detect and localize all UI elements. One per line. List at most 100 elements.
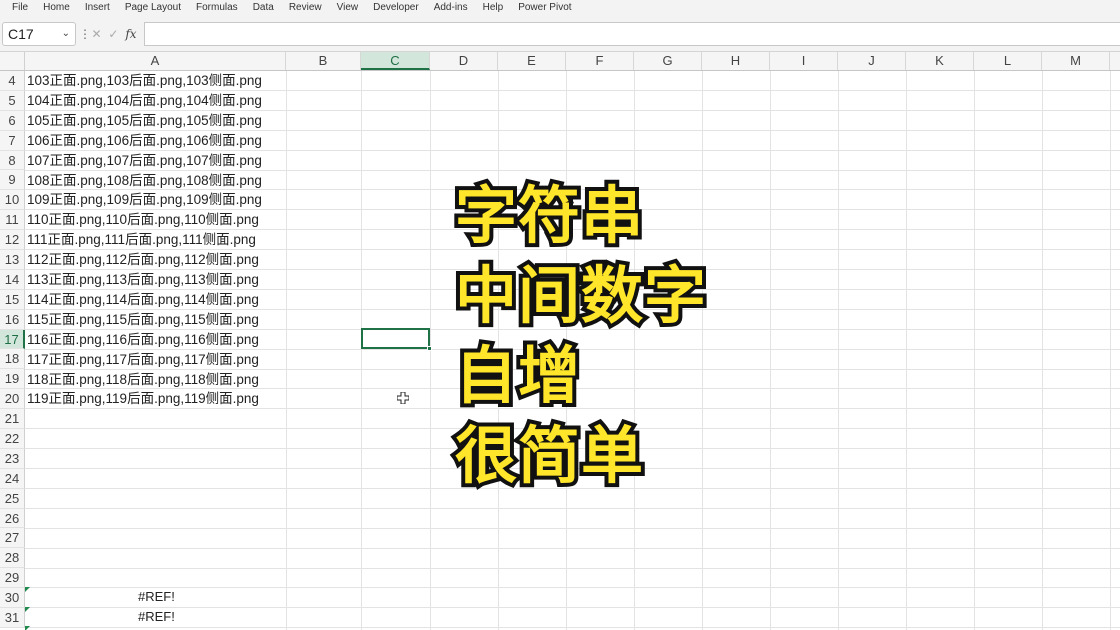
overlay-line-3: 自增 [451,335,584,416]
row-header-24[interactable]: 24 [0,468,25,489]
column-header-c[interactable]: C [361,52,430,70]
menu-review[interactable]: Review [289,0,322,16]
cell-a17[interactable]: 116正面.png,116后面.png,116侧面.png [27,330,259,349]
row-header-9[interactable]: 9 [0,170,25,191]
insert-function-icon[interactable]: fx [125,27,136,41]
row-header-29[interactable]: 29 [0,568,25,589]
column-header-i[interactable]: I [770,52,838,70]
grid-row-line [25,567,1120,569]
name-box-value: C17 [8,26,34,42]
row-header-18[interactable]: 18 [0,349,25,370]
overlay-line-1: 字符串 [451,175,647,256]
column-header-k[interactable]: K [906,52,974,70]
row-header-15[interactable]: 15 [0,289,25,310]
row-header-17[interactable]: 17 [0,329,25,350]
row-header-28[interactable]: 28 [0,548,25,569]
grid-column-line [974,71,975,630]
column-header-m[interactable]: M [1042,52,1110,70]
column-header-h[interactable]: H [702,52,770,70]
error-indicator-icon [25,587,30,592]
grid-column-line [286,71,287,630]
cell-a18[interactable]: 117正面.png,117后面.png,117侧面.png [27,350,259,369]
menu-developer[interactable]: Developer [373,0,419,16]
row-header-5[interactable]: 5 [0,90,25,111]
row-header-12[interactable]: 12 [0,230,25,251]
cell-a11[interactable]: 110正面.png,110后面.png,110侧面.png [27,210,259,229]
column-header-l[interactable]: L [974,52,1042,70]
error-indicator-icon [25,626,30,630]
check-icon[interactable]: ✓ [108,27,118,41]
cell-a8[interactable]: 107正面.png,107后面.png,107侧面.png [27,151,262,170]
selected-cell[interactable] [361,328,430,349]
cell-a16[interactable]: 115正面.png,115后面.png,115侧面.png [27,310,259,329]
ref-error-cell[interactable]: #REF! [138,607,175,626]
column-header-d[interactable]: D [430,52,498,70]
menu-formulas[interactable]: Formulas [196,0,238,16]
column-header-e[interactable]: E [498,52,566,70]
close-icon[interactable]: ✕ [91,27,101,41]
row-header-14[interactable]: 14 [0,269,25,290]
menu-data[interactable]: Data [253,0,274,16]
row-header-7[interactable]: 7 [0,130,25,151]
row-header-10[interactable]: 10 [0,190,25,211]
name-box[interactable]: C17 ⌄ [2,22,76,46]
cell-a9[interactable]: 108正面.png,108后面.png,108侧面.png [27,171,262,190]
menu-home[interactable]: Home [43,0,70,16]
row-header-30[interactable]: 30 [0,588,25,609]
row-header-11[interactable]: 11 [0,210,25,231]
cell-a6[interactable]: 105正面.png,105后面.png,105侧面.png [27,111,262,130]
menu-help[interactable]: Help [483,0,504,16]
cell-a12[interactable]: 111正面.png,111后面.png,111侧面.png [27,230,256,249]
menu-power-pivot[interactable]: Power Pivot [518,0,571,16]
column-header-a[interactable]: A [25,52,286,70]
row-header-26[interactable]: 26 [0,508,25,529]
grid-column-line [770,71,771,630]
column-header-g[interactable]: G [634,52,702,70]
cell-a5[interactable]: 104正面.png,104后面.png,104侧面.png [27,91,262,110]
menu-insert[interactable]: Insert [85,0,110,16]
chevron-down-icon[interactable]: ⌄ [62,23,70,45]
cell-a4[interactable]: 103正面.png,103后面.png,103侧面.png [27,71,262,90]
row-header-27[interactable]: 27 [0,528,25,549]
formula-input[interactable] [144,22,1120,46]
row-header-22[interactable]: 22 [0,429,25,449]
cell-a7[interactable]: 106正面.png,106后面.png,106侧面.png [27,131,262,150]
row-header-6[interactable]: 6 [0,110,25,131]
ribbon-menu-bar: File Home Insert Page Layout Formulas Da… [0,0,1120,16]
cell-a15[interactable]: 114正面.png,114后面.png,114侧面.png [27,290,259,309]
row-header-4[interactable]: 4 [0,71,25,91]
grid-column-line [838,71,839,630]
menu-page-layout[interactable]: Page Layout [125,0,181,16]
fill-handle[interactable] [427,346,432,351]
column-header-f[interactable]: F [566,52,634,70]
row-header-13[interactable]: 13 [0,250,25,270]
row-header-8[interactable]: 8 [0,150,25,171]
grid-column-line [1110,71,1111,630]
cell-a10[interactable]: 109正面.png,109后面.png,109侧面.png [27,190,262,209]
column-header-j[interactable]: J [838,52,906,70]
cross-cursor-icon [397,392,409,404]
row-header-25[interactable]: 25 [0,488,25,509]
row-header-23[interactable]: 23 [0,448,25,469]
cell-a19[interactable]: 118正面.png,118后面.png,118侧面.png [27,370,259,389]
grid-row-line [25,587,1120,589]
row-header-19[interactable]: 19 [0,369,25,390]
menu-view[interactable]: View [337,0,359,16]
overlay-caption: 字符串 中间数字 自增 很简单 [451,175,710,496]
grid-column-line [1042,71,1043,630]
grid-row-line [25,527,1120,529]
menu-file[interactable]: File [12,0,28,16]
ref-error-cell[interactable]: #REF! [138,587,175,606]
row-header-20[interactable]: 20 [0,389,25,410]
cell-a20[interactable]: 119正面.png,119后面.png,119侧面.png [27,389,259,408]
cell-a14[interactable]: 113正面.png,113后面.png,113侧面.png [27,270,259,289]
row-header-31[interactable]: 31 [0,608,25,628]
grid-column-line [361,71,362,630]
column-header-b[interactable]: B [286,52,361,70]
select-all-corner[interactable] [0,52,25,70]
cell-a13[interactable]: 112正面.png,112后面.png,112侧面.png [27,250,259,269]
grid-row-line [25,507,1120,509]
row-header-21[interactable]: 21 [0,409,25,430]
menu-add-ins[interactable]: Add-ins [434,0,468,16]
row-header-16[interactable]: 16 [0,309,25,330]
